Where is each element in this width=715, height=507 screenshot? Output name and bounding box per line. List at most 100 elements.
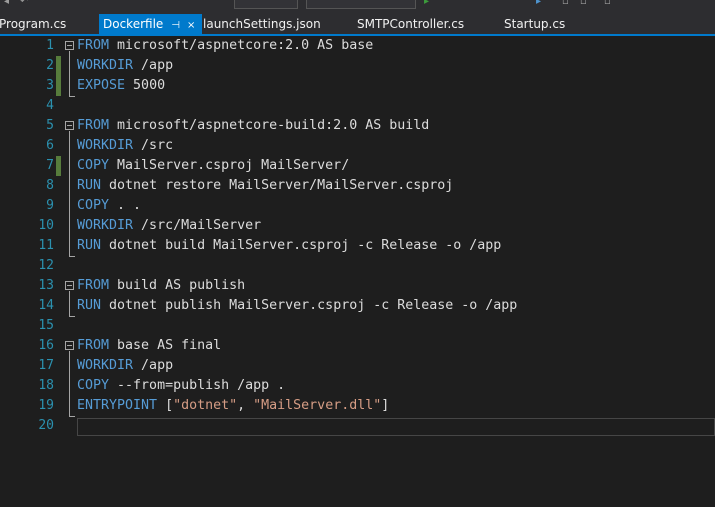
text-token: , (237, 398, 254, 413)
line-number: 9 (46, 198, 54, 213)
code-text: COPY . . (77, 196, 141, 216)
line-number: 6 (46, 138, 54, 153)
toolbar-step-icon[interactable]: ▸ (536, 0, 541, 7)
text-token: /app (133, 58, 174, 73)
code-editor[interactable]: 1 FROM microsoft/aspnetcore:2.0 AS base 2 W… (0, 36, 715, 507)
code-line[interactable]: 3 EXPOSE 5000 (0, 76, 715, 96)
line-number: 16 (38, 338, 54, 353)
code-line[interactable]: 16 FROM base AS final (0, 336, 715, 356)
code-line[interactable]: 5 FROM microsoft/aspnetcore-build:2.0 AS … (0, 116, 715, 136)
text-token: /src/MailServer (133, 218, 262, 233)
text-token: ] (381, 398, 390, 413)
text-token: base AS final (109, 338, 222, 353)
text-token: build AS publish (109, 278, 246, 293)
code-text: ENTRYPOINT ["dotnet", "MailServer.dll"] (77, 396, 389, 416)
line-number: 20 (38, 418, 54, 433)
text-token: /src (133, 138, 174, 153)
code-line[interactable]: 2 WORKDIR /app (0, 56, 715, 76)
line-number: 5 (46, 118, 54, 133)
code-line[interactable]: 10 WORKDIR /src/MailServer (0, 216, 715, 236)
line-number: 18 (38, 378, 54, 393)
keyword-token: FROM (77, 338, 110, 353)
line-number: 4 (46, 98, 54, 113)
change-tracking-marker (56, 156, 61, 176)
line-number: 19 (38, 398, 54, 413)
code-text: FROM microsoft/aspnetcore:2.0 AS base (77, 36, 373, 56)
line-number: 13 (38, 278, 54, 293)
code-line[interactable]: 18 COPY --from=publish /app . (0, 376, 715, 396)
tab-smtpcontroller-cs[interactable]: SMTPController.cs (357, 14, 464, 34)
text-token: dotnet build MailServer.csproj -c Releas… (101, 238, 502, 253)
keyword-token: RUN (77, 298, 102, 313)
code-text: WORKDIR /src/MailServer (77, 216, 261, 236)
code-line[interactable]: 1 FROM microsoft/aspnetcore:2.0 AS base (0, 36, 715, 56)
keyword-token: EXPOSE (77, 78, 126, 93)
code-line[interactable]: 15 (0, 316, 715, 336)
keyword-token: WORKDIR (77, 358, 134, 373)
code-line[interactable]: 4 (0, 96, 715, 116)
toolbar-combo-platform[interactable] (306, 0, 416, 9)
string-token: "dotnet" (173, 398, 238, 413)
code-text: FROM base AS final (77, 336, 221, 356)
code-text: COPY MailServer.csproj MailServer/ (77, 156, 349, 176)
keyword-token: WORKDIR (77, 58, 134, 73)
toolbar-bookmark-icon[interactable]: ▫ (562, 0, 569, 7)
keyword-token: COPY (77, 158, 110, 173)
code-line[interactable]: 11 RUN dotnet build MailServer.csproj -c … (0, 236, 715, 256)
code-line[interactable]: 17 WORKDIR /app (0, 356, 715, 376)
code-text: COPY --from=publish /app . (77, 376, 285, 396)
code-line[interactable]: 12 (0, 256, 715, 276)
keyword-token: WORKDIR (77, 218, 134, 233)
code-text: EXPOSE 5000 (77, 76, 165, 96)
toolbar-start-icon[interactable]: ▸ (424, 0, 429, 7)
line-number: 17 (38, 358, 54, 373)
code-line[interactable]: 8 RUN dotnet restore MailServer/MailServe… (0, 176, 715, 196)
text-token: microsoft/aspnetcore-build:2.0 AS build (109, 118, 430, 133)
code-line[interactable]: 7 COPY MailServer.csproj MailServer/ (0, 156, 715, 176)
code-text: WORKDIR /app (77, 56, 173, 76)
text-token: dotnet publish MailServer.csproj -c Rele… (101, 298, 518, 313)
text-token: [ (157, 398, 174, 413)
code-text: FROM microsoft/aspnetcore-build:2.0 AS b… (77, 116, 429, 136)
keyword-token: FROM (77, 278, 110, 293)
tab-launchsettings-json[interactable]: launchSettings.json (203, 14, 321, 34)
line-number: 2 (46, 58, 54, 73)
code-text: RUN dotnet publish MailServer.csproj -c … (77, 296, 517, 316)
keyword-token: COPY (77, 198, 110, 213)
toolbar-undo-icon[interactable]: ↶ (20, 0, 28, 7)
toolbar-window-icon[interactable]: ▫ (604, 0, 611, 7)
toolbar-combo-configuration[interactable] (234, 0, 298, 9)
code-line[interactable]: 14 RUN dotnet publish MailServer.csproj -… (0, 296, 715, 316)
toolbar-comment-icon[interactable]: ▫ (580, 0, 587, 7)
close-icon[interactable]: × (187, 16, 195, 36)
tab-program-cs[interactable]: Program.cs (0, 14, 66, 34)
keyword-token: ENTRYPOINT (77, 398, 158, 413)
code-line[interactable]: 20 (0, 416, 715, 436)
code-text: RUN dotnet restore MailServer/MailServer… (77, 176, 453, 196)
code-line[interactable]: 6 WORKDIR /src (0, 136, 715, 156)
code-line[interactable]: 19 ENTRYPOINT ["dotnet", "MailServer.dll"… (0, 396, 715, 416)
line-number: 15 (38, 318, 54, 333)
text-token: /app (133, 358, 174, 373)
line-number: 11 (38, 238, 54, 253)
text-token: --from=publish /app . (109, 378, 286, 393)
code-line[interactable]: 13 FROM build AS publish (0, 276, 715, 296)
code-text: FROM build AS publish (77, 276, 245, 296)
pin-icon[interactable]: ⊣ (171, 16, 180, 36)
text-token: microsoft/aspnetcore:2.0 AS base (109, 38, 374, 53)
tab-startup-cs[interactable]: Startup.cs (504, 14, 565, 34)
line-number: 14 (38, 298, 54, 313)
line-number: 8 (46, 178, 54, 193)
code-text: WORKDIR /src (77, 136, 173, 156)
tab-label: Dockerfile (103, 17, 164, 31)
line-number: 1 (46, 38, 54, 53)
line-number: 10 (38, 218, 54, 233)
text-token: 5000 (125, 78, 166, 93)
keyword-token: COPY (77, 378, 110, 393)
change-tracking-marker (56, 56, 61, 76)
tab-label: launchSettings.json (203, 17, 321, 31)
code-text: RUN dotnet build MailServer.csproj -c Re… (77, 236, 501, 256)
code-line[interactable]: 9 COPY . . (0, 196, 715, 216)
toolbar-back-icon[interactable]: ◂ (4, 0, 9, 7)
tab-dockerfile[interactable]: Dockerfile ⊣ × (99, 14, 202, 34)
